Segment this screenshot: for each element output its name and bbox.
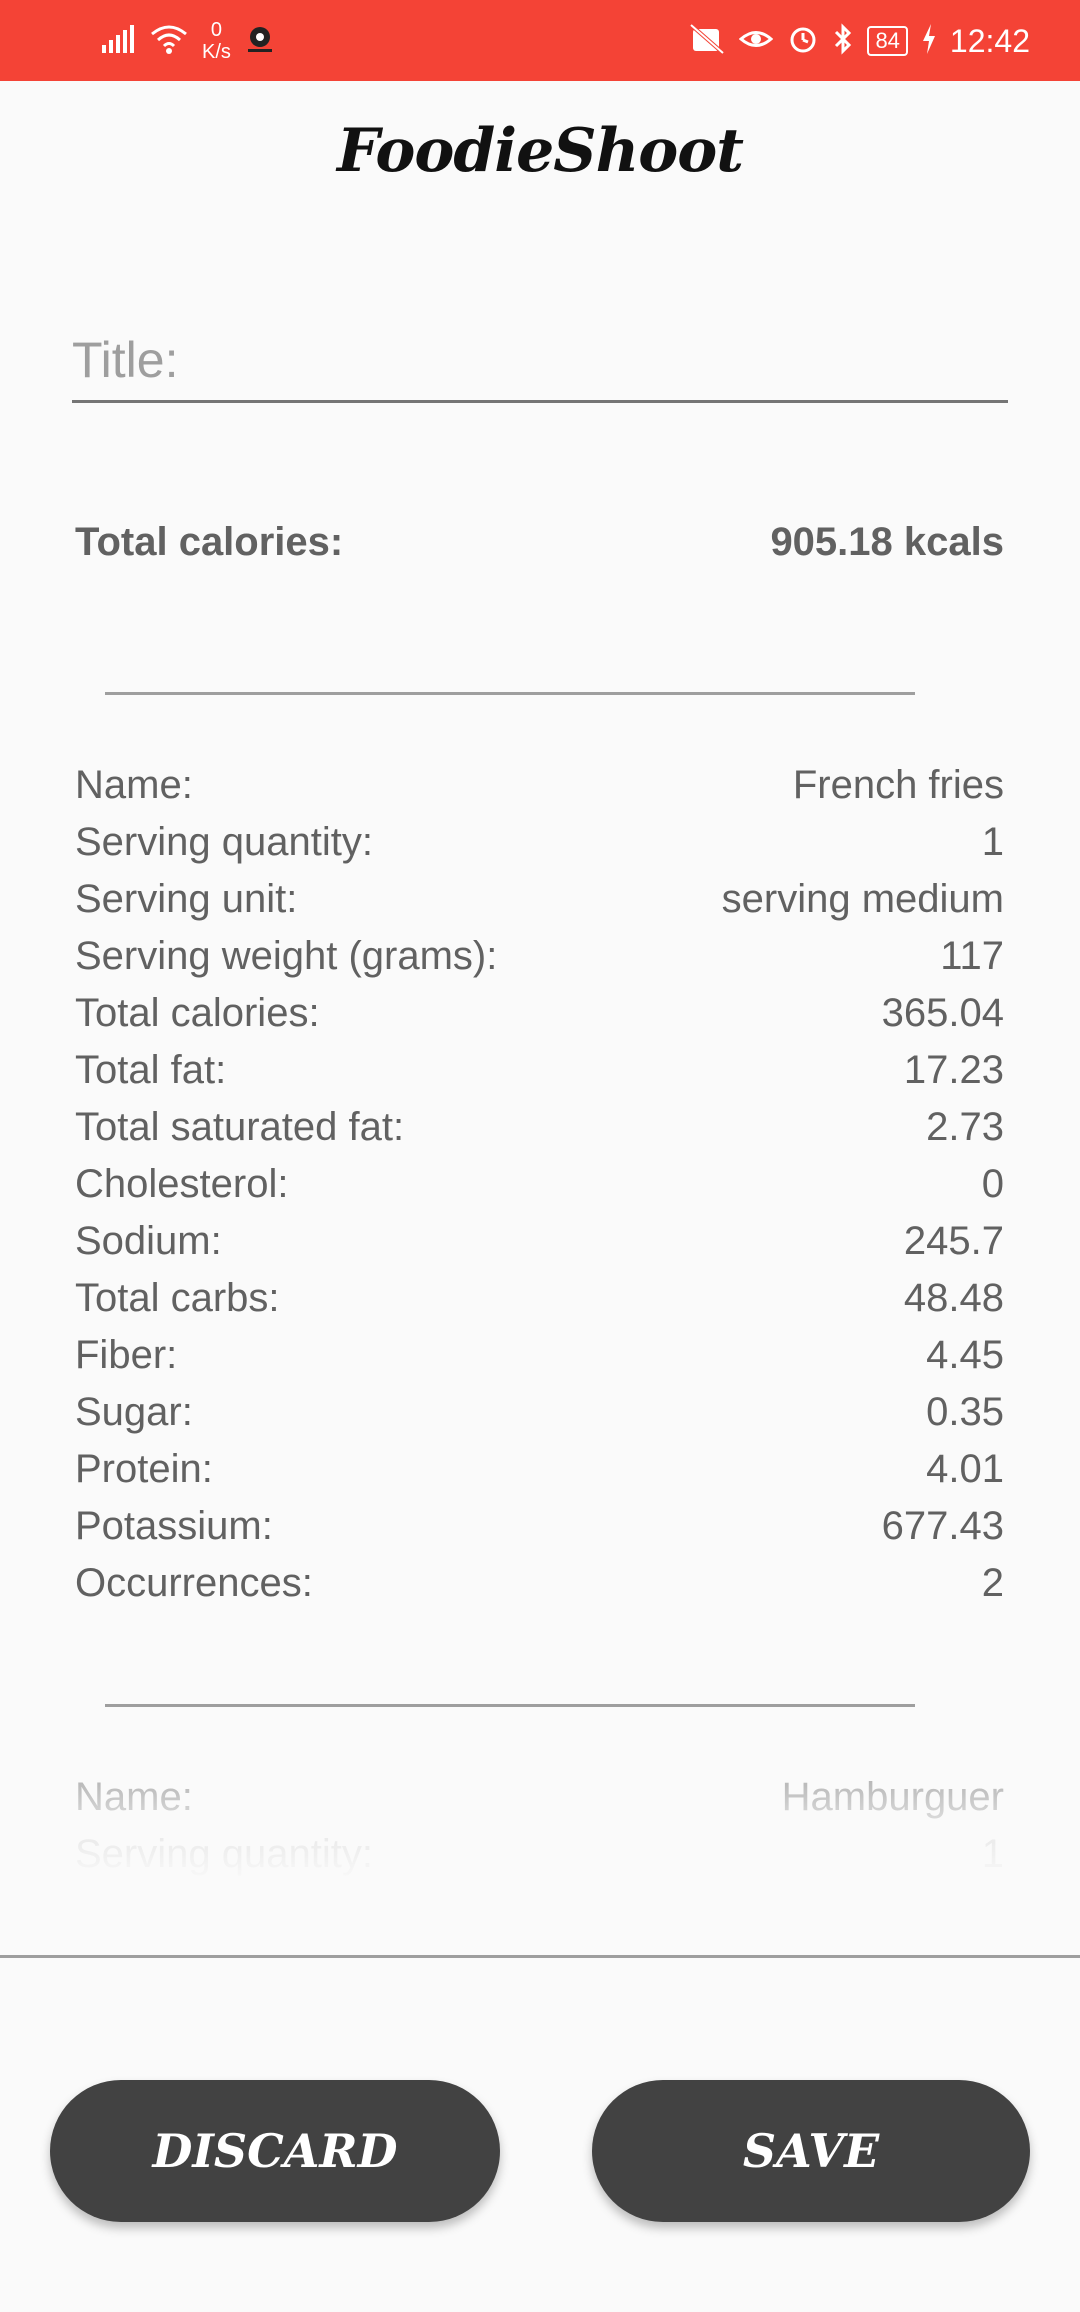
total-calories-label: Total calories: (75, 520, 344, 564)
item-divider (105, 1704, 915, 1707)
detail-row-occurrences: Occurrences: 2 (75, 1555, 1004, 1612)
charging-icon (922, 23, 936, 59)
detail-row-sodium: Sodium: 245.7 (75, 1213, 1004, 1270)
detail-label: Total carbs: (75, 1276, 280, 1320)
app-header: FoodieShoot (0, 81, 1080, 221)
eye-icon (739, 26, 774, 57)
net-speed-unit: K/s (202, 41, 231, 63)
detail-row-name: Name: French fries (75, 757, 1004, 814)
detail-label: Name: (75, 1775, 193, 1819)
detail-row-serving-weight: Serving weight (grams): 117 (75, 928, 1004, 985)
detail-label: Total saturated fat: (75, 1105, 405, 1149)
battery-indicator: 84 (867, 26, 908, 56)
app-title: FoodieShoot (337, 116, 744, 186)
detail-label: Potassium: (75, 1504, 273, 1548)
total-calories-value: 905.18 kcals (770, 520, 1004, 564)
detail-value: 0 (981, 1162, 1004, 1206)
detail-value: 4.01 (926, 1447, 1004, 1491)
detail-label: Sugar: (75, 1390, 193, 1434)
status-bar: 0 K/s 84 12:42 (0, 0, 1080, 81)
clock: 12:42 (949, 22, 1030, 59)
food-item: Name: Hamburguer Serving quantity: 1 (0, 1704, 1080, 1884)
detail-value: serving medium (721, 877, 1004, 921)
detail-value: 677.43 (881, 1504, 1004, 1548)
detail-row-fiber: Fiber: 4.45 (75, 1327, 1004, 1384)
title-input[interactable] (72, 320, 1008, 403)
detail-value: 245.7 (903, 1219, 1004, 1263)
status-right: 84 12:42 (689, 14, 1030, 68)
wifi-icon (150, 24, 188, 59)
detail-label: Sodium: (75, 1219, 222, 1263)
food-item: Name: French fries Serving quantity: 1 S… (0, 692, 1080, 1612)
detail-row-total-calories: Total calories: 365.04 (75, 985, 1004, 1042)
detail-row-serving-quantity: Serving quantity: 1 (75, 1826, 1004, 1883)
detail-label: Serving quantity: (75, 820, 373, 864)
status-left: 0 K/s (102, 14, 275, 68)
net-speed: 0 K/s (202, 19, 231, 63)
detail-label: Total fat: (75, 1048, 227, 1092)
detail-row-total-fat: Total fat: 17.23 (75, 1042, 1004, 1099)
detail-label: Total calories: (75, 991, 320, 1035)
detail-value: 1 (981, 820, 1004, 864)
no-sim-icon (689, 22, 725, 60)
signal-icon (102, 24, 136, 58)
detail-value: 365.04 (881, 991, 1004, 1035)
detail-label: Serving quantity: (75, 1832, 373, 1876)
save-button[interactable]: SAVE (592, 2080, 1030, 2222)
detail-value: 117 (940, 934, 1004, 978)
discard-button[interactable]: DISCARD (50, 2080, 500, 2222)
item-divider (105, 692, 915, 695)
detail-row-serving-quantity: Serving quantity: 1 (75, 814, 1004, 871)
detail-value: 2.73 (926, 1105, 1004, 1149)
app-notification-icon (245, 24, 275, 59)
detail-row-saturated-fat: Total saturated fat: 2.73 (75, 1099, 1004, 1156)
detail-row-sugar: Sugar: 0.35 (75, 1384, 1004, 1441)
food-item-details: Name: Hamburguer Serving quantity: 1 (75, 1769, 1004, 1883)
bluetooth-icon (833, 22, 853, 60)
food-items-list[interactable]: Name: French fries Serving quantity: 1 S… (0, 600, 1080, 1890)
detail-row-name: Name: Hamburguer (75, 1769, 1004, 1826)
detail-value: Hamburguer (781, 1775, 1004, 1819)
detail-value: 1 (981, 1832, 1004, 1876)
bottom-divider (0, 1955, 1080, 1958)
detail-value: 17.23 (903, 1048, 1004, 1092)
detail-row-potassium: Potassium: 677.43 (75, 1498, 1004, 1555)
detail-label: Protein: (75, 1447, 213, 1491)
detail-value: 48.48 (903, 1276, 1004, 1320)
net-speed-value: 0 (210, 19, 223, 41)
food-item-details: Name: French fries Serving quantity: 1 S… (75, 757, 1004, 1612)
detail-label: Cholesterol: (75, 1162, 289, 1206)
detail-value: 2 (981, 1561, 1004, 1605)
detail-row-protein: Protein: 4.01 (75, 1441, 1004, 1498)
detail-label: Fiber: (75, 1333, 178, 1377)
detail-row-total-carbs: Total carbs: 48.48 (75, 1270, 1004, 1327)
total-calories-row: Total calories: 905.18 kcals (75, 520, 1004, 565)
detail-value: French fries (792, 763, 1004, 807)
detail-value: 0.35 (926, 1390, 1004, 1434)
detail-label: Serving weight (grams): (75, 934, 498, 978)
detail-label: Serving unit: (75, 877, 298, 921)
detail-row-cholesterol: Cholesterol: 0 (75, 1156, 1004, 1213)
detail-label: Name: (75, 763, 193, 807)
detail-row-serving-unit: Serving unit: serving medium (75, 871, 1004, 928)
detail-value: 4.45 (926, 1333, 1004, 1377)
alarm-icon (787, 23, 819, 60)
detail-label: Occurrences: (75, 1561, 313, 1605)
